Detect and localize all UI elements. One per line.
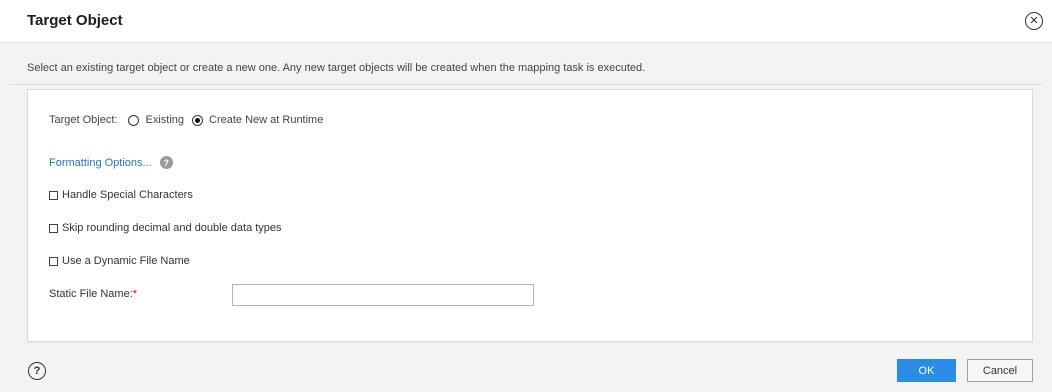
dialog-title: Target Object <box>27 12 123 29</box>
checkbox-label: Skip rounding decimal and double data ty… <box>62 222 282 234</box>
checkbox-skip-rounding[interactable]: Skip rounding decimal and double data ty… <box>49 222 282 234</box>
target-object-label: Target Object: <box>49 114 118 126</box>
static-file-name-text: Static File Name: <box>49 288 133 300</box>
radio-create-new-icon[interactable] <box>192 114 204 126</box>
divider <box>10 84 1042 85</box>
close-icon[interactable]: ✕ <box>1025 12 1043 30</box>
checkbox-label: Handle Special Characters <box>62 189 193 201</box>
dialog-description: Select an existing target object or crea… <box>27 62 646 74</box>
checkbox-handle-special-characters[interactable]: Handle Special Characters <box>49 189 193 201</box>
static-file-name-input[interactable] <box>232 284 534 306</box>
formatting-options-row: Formatting Options... ? <box>49 156 173 169</box>
target-options-panel: Target Object: Existing Create New at Ru… <box>27 89 1033 342</box>
radio-create-new[interactable]: Create New at Runtime <box>192 114 323 126</box>
required-marker: * <box>132 288 138 300</box>
help-icon[interactable]: ? <box>28 362 46 380</box>
radio-existing-icon[interactable] <box>128 114 140 126</box>
checkbox-icon[interactable] <box>49 256 58 266</box>
formatting-options-link[interactable]: Formatting Options... <box>49 157 152 169</box>
checkbox-icon[interactable] <box>49 223 58 233</box>
radio-create-new-label: Create New at Runtime <box>209 114 324 126</box>
dialog-body: Select an existing target object or crea… <box>0 43 1052 392</box>
checkbox-icon[interactable] <box>49 190 58 200</box>
radio-existing[interactable]: Existing <box>128 114 184 126</box>
cancel-button[interactable]: Cancel <box>967 359 1033 382</box>
static-file-name-label: Static File Name:* <box>49 288 137 300</box>
checkbox-dynamic-file-name[interactable]: Use a Dynamic File Name <box>49 255 190 267</box>
question-icon[interactable]: ? <box>159 156 173 169</box>
checkbox-label: Use a Dynamic File Name <box>62 255 190 267</box>
ok-button[interactable]: OK <box>897 359 956 382</box>
dialog-header: Target Object ✕ <box>0 0 1052 43</box>
target-object-row: Target Object: Existing Create New at Ru… <box>49 114 323 126</box>
radio-existing-label: Existing <box>145 114 185 126</box>
